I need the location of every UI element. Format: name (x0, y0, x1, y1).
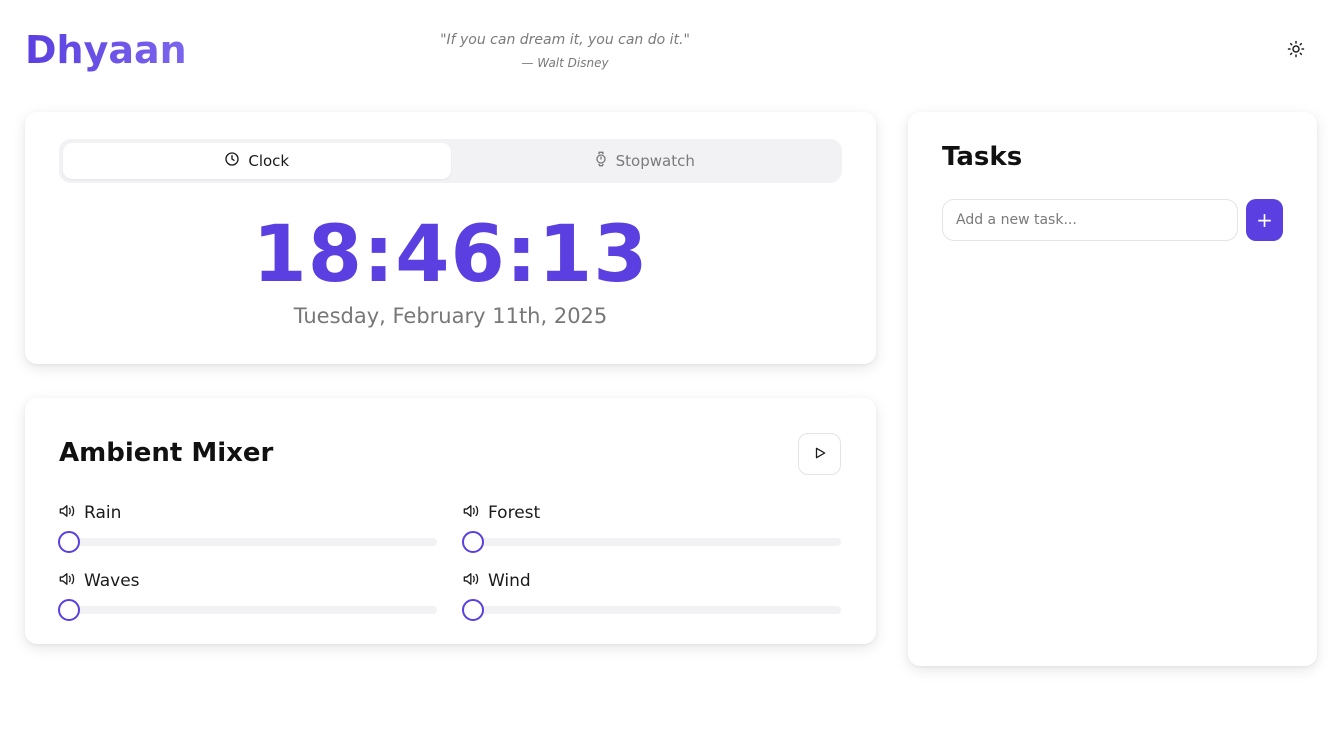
ambient-mixer-card: Ambient Mixer Rain Forest Waves Wind (25, 398, 876, 644)
slider-thumb[interactable] (462, 599, 484, 621)
tab-stopwatch[interactable]: Stopwatch (451, 143, 839, 179)
volume-slider[interactable] (462, 599, 841, 621)
sun-icon (1287, 40, 1305, 62)
sound-wind: Wind (462, 570, 841, 621)
mixer-title: Ambient Mixer (59, 438, 274, 468)
volume-icon (59, 502, 76, 524)
clock-card: Clock Stopwatch 18:46:13 Tuesday, Februa… (25, 112, 876, 364)
quote-text: "If you can dream it, you can do it." (440, 32, 690, 48)
sound-label: Forest (488, 503, 541, 523)
theme-toggle-button[interactable] (1283, 38, 1309, 64)
sound-label: Waves (84, 571, 140, 591)
sound-label: Rain (84, 503, 122, 523)
stopwatch-icon (594, 151, 608, 171)
clock-date: Tuesday, February 11th, 2025 (293, 304, 608, 328)
tasks-title: Tasks (942, 142, 1023, 172)
tab-clock[interactable]: Clock (63, 143, 451, 179)
sound-forest: Forest (462, 502, 841, 553)
volume-icon (59, 570, 76, 592)
app-header: Dhyaan "If you can dream it, you can do … (0, 0, 1342, 100)
sound-label: Wind (488, 571, 531, 591)
volume-slider[interactable] (58, 599, 437, 621)
slider-thumb[interactable] (58, 531, 80, 553)
new-task-input[interactable] (942, 199, 1238, 241)
quote-block: "If you can dream it, you can do it." — … (415, 30, 715, 72)
play-icon (813, 445, 827, 464)
volume-slider[interactable] (58, 531, 437, 553)
tab-stopwatch-label: Stopwatch (615, 152, 695, 170)
slider-thumb[interactable] (462, 531, 484, 553)
slider-thumb[interactable] (58, 599, 80, 621)
clock-icon (224, 151, 240, 171)
clock-time: 18:46:13 (252, 210, 649, 300)
app-logo: Dhyaan (25, 28, 187, 72)
volume-slider[interactable] (462, 531, 841, 553)
add-task-button[interactable]: + (1246, 199, 1283, 241)
mixer-play-button[interactable] (798, 433, 841, 475)
sound-waves: Waves (58, 570, 437, 621)
sound-rain: Rain (58, 502, 437, 553)
quote-author: — Walt Disney (521, 56, 609, 70)
clock-mode-toggle: Clock Stopwatch (59, 139, 842, 183)
tab-clock-label: Clock (248, 152, 290, 170)
volume-icon (463, 502, 480, 524)
tasks-card: Tasks + (908, 112, 1317, 666)
volume-icon (463, 570, 480, 592)
